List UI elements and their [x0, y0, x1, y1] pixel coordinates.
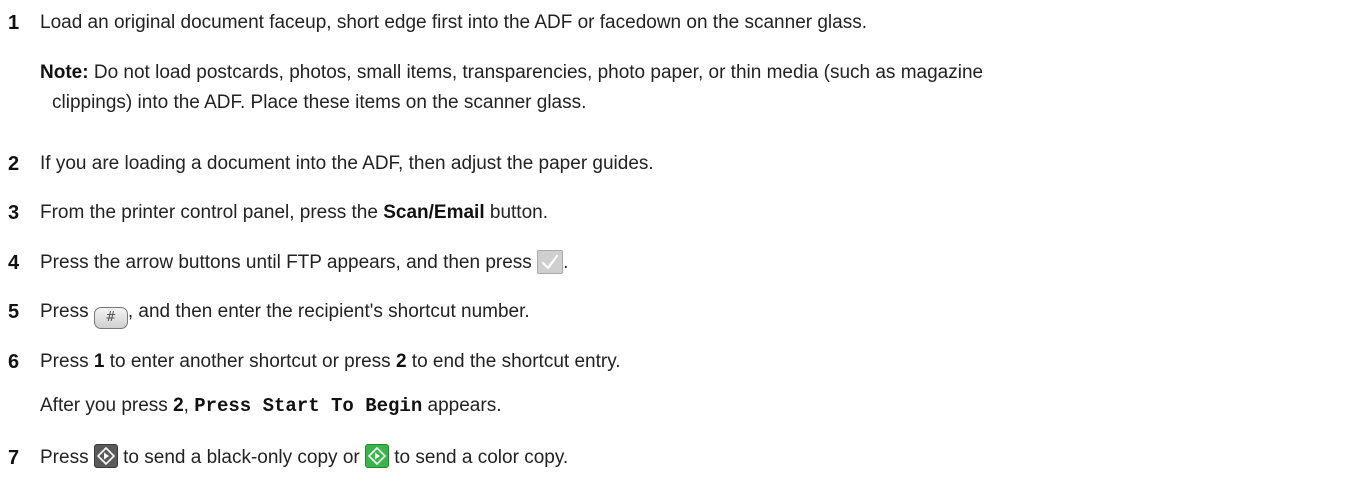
step-7-text-2: to send a black-only copy or — [117, 447, 365, 468]
step-text: Press 1 to enter another shortcut or pre… — [40, 345, 621, 379]
step-number: 5 — [8, 301, 20, 323]
step-2: 2 If you are loading a document into the… — [0, 147, 1346, 181]
step-text: Load an original document faceup, short … — [40, 12, 868, 33]
key-2-label: 2 — [395, 351, 407, 372]
note: Note: Do not load postcards, photos, sma… — [40, 58, 1330, 118]
step-text: Press #, and then enter the recipient's … — [40, 295, 530, 329]
followup-key-2: 2 — [173, 395, 184, 416]
step-number: 2 — [8, 153, 20, 175]
step-number: 6 — [8, 351, 20, 373]
note-text-1: Do not load postcards, photos, small ite… — [88, 62, 984, 83]
step-number: 4 — [8, 252, 20, 274]
step-7-text-1: Press — [40, 447, 94, 468]
key-1-label: 1 — [93, 351, 105, 372]
step-7: 7 Press to send a black-only copy or to … — [0, 441, 1346, 475]
step-3-text-before: From the printer control panel, press th… — [40, 202, 384, 223]
step-number: 3 — [8, 202, 20, 224]
step-5-text-before: Press — [40, 301, 94, 322]
step-6: 6 Press 1 to enter another shortcut or p… — [0, 345, 1346, 379]
display-message: Press Start To Begin — [194, 395, 423, 417]
scan-email-button-label: Scan/Email — [383, 202, 485, 223]
step-4-text-before: Press the arrow buttons until FTP appear… — [40, 252, 538, 273]
followup-text-3: appears. — [422, 395, 502, 416]
step-5-text-after: , and then enter the recipient's shortcu… — [127, 301, 530, 322]
hash-button-icon: # — [93, 307, 128, 329]
note-line-2: clippings) into the ADF. Place these ite… — [52, 92, 587, 113]
step-text: From the printer control panel, press th… — [40, 196, 548, 230]
followup-text-2: , — [183, 395, 195, 416]
note-line-1: Note: Do not load postcards, photos, sma… — [40, 58, 1330, 88]
step-text: Press to send a black-only copy or to se… — [40, 441, 568, 475]
step-number: 1 — [8, 12, 20, 34]
step-6-followup: After you press 2, Press Start To Begin … — [40, 389, 501, 423]
step-6-text-3: to end the shortcut entry. — [406, 351, 621, 372]
step-text: Press the arrow buttons until FTP appear… — [40, 246, 568, 280]
step-3: 3 From the printer control panel, press … — [0, 196, 1346, 230]
step-1: 1 Load an original document faceup, shor… — [0, 6, 1346, 40]
step-5: 5 Press #, and then enter the recipient'… — [0, 295, 1346, 329]
step-6-text-2: to enter another shortcut or press — [104, 351, 396, 372]
step-6-text-1: Press — [40, 351, 94, 372]
black-start-button-icon — [93, 444, 118, 468]
step-7-text-3: to send a color copy. — [389, 447, 569, 468]
step-number: 7 — [8, 447, 20, 469]
step-4-text-after: . — [563, 252, 569, 273]
checkmark-button-icon — [537, 250, 564, 274]
step-4: 4 Press the arrow buttons until FTP appe… — [0, 246, 1346, 280]
step-text: If you are loading a document into the A… — [40, 153, 654, 174]
note-label: Note: — [40, 62, 89, 83]
step-3-text-after: button. — [484, 202, 548, 223]
followup-text-1: After you press — [40, 395, 174, 416]
color-start-button-icon — [365, 444, 389, 468]
